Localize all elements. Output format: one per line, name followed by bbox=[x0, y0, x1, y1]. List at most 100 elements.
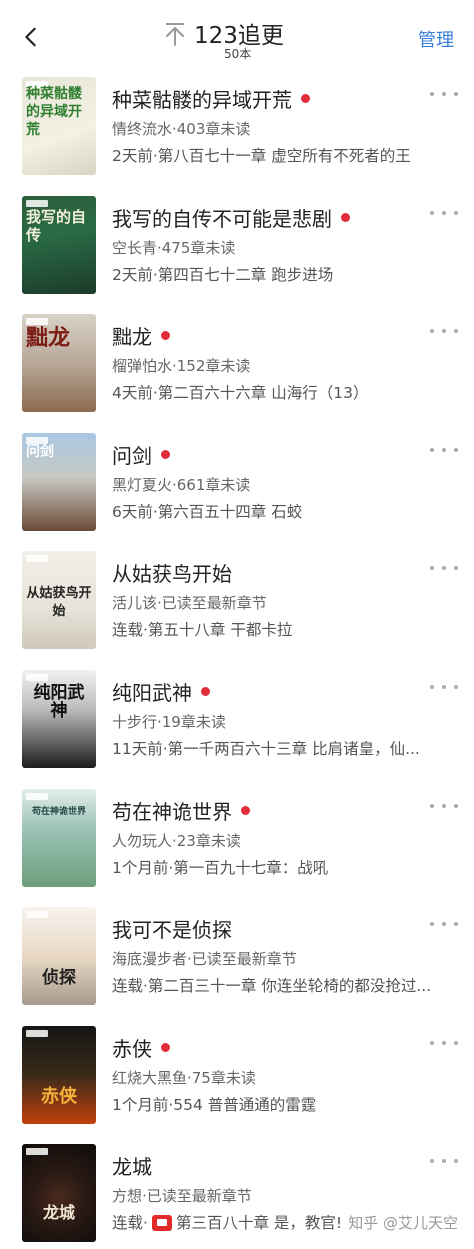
book-row[interactable]: 我写的自传 我写的自传不可能是悲剧 空长青·475章未读 2天前·第四百七十二章… bbox=[0, 189, 474, 308]
more-options-button[interactable] bbox=[430, 677, 458, 697]
book-cover[interactable]: 我写的自传 bbox=[22, 195, 96, 294]
cover-title: 侦探 bbox=[42, 968, 76, 989]
book-title-text: 种菜骷髅的异域开荒 bbox=[112, 88, 292, 112]
book-title-text: 问剑 bbox=[112, 443, 152, 468]
book-latest-chapter: 11天前·第一千两百六十三章 比肩诸皇，仙... bbox=[112, 739, 420, 758]
cover-title: 纯阳武神 bbox=[33, 682, 85, 721]
publisher-badge bbox=[26, 555, 48, 563]
book-cover[interactable]: 侦探 bbox=[22, 907, 96, 1006]
book-title[interactable]: 我写的自传不可能是悲剧 bbox=[112, 203, 350, 232]
book-author-status: 红烧大黑鱼·75章未读 bbox=[112, 1068, 256, 1087]
cover-title: 从姑获鸟开始 bbox=[26, 586, 92, 620]
book-row[interactable]: 种菜骷髅的异域开荒 种菜骷髅的异域开荒 情终流水·403章未读 2天前·第八百七… bbox=[0, 70, 474, 189]
book-title[interactable]: 种菜骷髅的异域开荒 bbox=[112, 84, 310, 113]
unread-dot bbox=[161, 1042, 170, 1052]
book-cover[interactable]: 问剑 bbox=[22, 432, 96, 531]
more-dots-icon bbox=[430, 92, 434, 96]
unread-dot bbox=[341, 212, 350, 222]
book-author-status: 人勿玩人·23章未读 bbox=[112, 831, 241, 850]
book-row[interactable]: 赤侠 赤侠 红烧大黑鱼·75章未读 1个月前·554 普普通通的雷霆 bbox=[0, 1019, 474, 1138]
publisher-badge bbox=[26, 318, 48, 326]
top-bar: 123追更 50本 管理 bbox=[0, 0, 474, 70]
book-row[interactable]: 问剑 问剑 黑灯夏火·661章未读 6天前·第六百五十四章 石蛟 bbox=[0, 426, 474, 545]
book-cover[interactable]: 黜龙 bbox=[22, 314, 96, 413]
book-title[interactable]: 问剑 bbox=[112, 440, 170, 469]
publisher-badge bbox=[26, 673, 48, 681]
book-row[interactable]: 纯阳武神 纯阳武神 十步行·19章未读 11天前·第一千两百六十三章 比肩诸皇，… bbox=[0, 663, 474, 782]
book-row[interactable]: 侦探 我可不是侦探 海底漫步者·已读至最新章节 连载·第二百三十一章 你连坐轮椅… bbox=[0, 900, 474, 1019]
publisher-badge bbox=[26, 911, 48, 919]
tv-icon bbox=[151, 1215, 172, 1232]
book-title[interactable]: 黜龙 bbox=[112, 321, 170, 350]
chapter-title: 第三百八十章 是，教官! bbox=[175, 1214, 343, 1233]
book-title-text: 赤侠 bbox=[112, 1036, 152, 1061]
book-author-status: 方想·已读至最新章节 bbox=[112, 1187, 252, 1206]
book-author-status: 海底漫步者·已读至最新章节 bbox=[112, 950, 297, 969]
book-cover[interactable]: 种菜骷髅的异域开荒 bbox=[22, 77, 96, 175]
book-author-status: 空长青·475章未读 bbox=[112, 238, 236, 257]
more-options-button[interactable] bbox=[430, 1033, 458, 1053]
more-options-button[interactable] bbox=[430, 914, 458, 934]
book-title[interactable]: 从姑获鸟开始 bbox=[112, 558, 232, 587]
watermark: 知乎 @艾儿天空 bbox=[348, 1214, 458, 1232]
book-title-text: 我写的自传不可能是悲剧 bbox=[112, 206, 332, 231]
cover-title: 赤侠 bbox=[41, 1085, 77, 1107]
book-title-text: 纯阳武神 bbox=[112, 680, 192, 705]
book-title[interactable]: 龙城 bbox=[112, 1151, 152, 1180]
book-cover[interactable]: 龙城 bbox=[22, 1144, 96, 1243]
book-latest-chapter: 6天前·第六百五十四章 石蛟 bbox=[112, 502, 303, 521]
book-list: 种菜骷髅的异域开荒 种菜骷髅的异域开荒 情终流水·403章未读 2天前·第八百七… bbox=[0, 70, 474, 1249]
book-cover[interactable]: 纯阳武神 bbox=[22, 669, 96, 768]
book-author-status: 榴弹怕水·152章未读 bbox=[112, 357, 251, 376]
book-latest-chapter: 2天前·第八百七十一章 虚空所有不死者的王 bbox=[112, 147, 411, 165]
book-row[interactable]: 黜龙 黜龙 榴弹怕水·152章未读 4天前·第二百六十六章 山海行（13） bbox=[0, 307, 474, 426]
book-title-text: 我可不是侦探 bbox=[112, 918, 232, 943]
back-chevron-icon bbox=[25, 27, 36, 47]
unread-dot bbox=[161, 331, 170, 341]
publisher-badge bbox=[26, 199, 48, 207]
book-latest-chapter: 2天前·第四百七十二章 跑步进场 bbox=[112, 265, 334, 284]
cover-title: 黜龙 bbox=[26, 326, 71, 352]
book-latest-chapter: 连载·第二百三十一章 你连坐轮椅的都没抢过... bbox=[112, 977, 432, 996]
more-options-button[interactable] bbox=[430, 321, 458, 341]
more-dots-icon bbox=[430, 922, 434, 927]
book-cover[interactable]: 从姑获鸟开始 bbox=[22, 551, 96, 650]
book-author-status: 黑灯夏火·661章未读 bbox=[112, 475, 251, 494]
unread-dot bbox=[201, 686, 210, 696]
more-options-button[interactable] bbox=[430, 440, 458, 460]
more-options-button[interactable] bbox=[430, 84, 458, 104]
book-author-status: 活儿该·已读至最新章节 bbox=[112, 594, 267, 613]
more-options-button[interactable] bbox=[430, 796, 458, 816]
more-dots-icon bbox=[430, 447, 434, 452]
book-title[interactable]: 赤侠 bbox=[112, 1033, 170, 1062]
book-count: 50本 bbox=[224, 47, 252, 61]
book-author-status: 十步行·19章未读 bbox=[112, 712, 226, 731]
cover-title: 我写的自传 bbox=[26, 207, 87, 244]
cover-title: 龙城 bbox=[42, 1203, 75, 1223]
book-title-text: 龙城 bbox=[112, 1155, 152, 1180]
book-cover[interactable]: 赤侠 bbox=[22, 1025, 96, 1124]
book-title[interactable]: 苟在神诡世界 bbox=[112, 796, 250, 825]
book-cover[interactable]: 苟在神诡世界 bbox=[22, 788, 96, 887]
publisher-badge bbox=[26, 792, 48, 800]
book-title[interactable]: 纯阳武神 bbox=[112, 677, 210, 706]
book-title-text: 黜龙 bbox=[112, 325, 152, 350]
more-dots-icon bbox=[430, 210, 434, 215]
book-author-status: 情终流水·403章未读 bbox=[112, 120, 251, 138]
book-title[interactable]: 我可不是侦探 bbox=[112, 914, 232, 943]
unread-dot bbox=[241, 805, 250, 815]
more-options-button[interactable] bbox=[430, 203, 458, 223]
more-options-button[interactable] bbox=[430, 1151, 458, 1171]
pin-to-top-icon[interactable] bbox=[164, 22, 186, 46]
book-row[interactable]: 从姑获鸟开始 从姑获鸟开始 活儿该·已读至最新章节 连载·第五十八章 干都卡拉 bbox=[0, 544, 474, 663]
more-dots-icon bbox=[430, 1040, 434, 1045]
back-button[interactable] bbox=[14, 20, 48, 54]
book-row[interactable]: 苟在神诡世界 苟在神诡世界 人勿玩人·23章未读 1个月前·第一百九十七章：战吼 bbox=[0, 782, 474, 901]
more-options-button[interactable] bbox=[430, 558, 458, 578]
publisher-badge bbox=[26, 1029, 48, 1037]
book-latest-chapter: 1个月前·第一百九十七章：战吼 bbox=[112, 858, 329, 877]
more-dots-icon bbox=[430, 684, 434, 689]
book-title-text: 苟在神诡世界 bbox=[112, 799, 232, 824]
book-latest-chapter: 连载·第五十八章 干都卡拉 bbox=[112, 621, 293, 640]
manage-button[interactable]: 管理 bbox=[418, 26, 454, 52]
